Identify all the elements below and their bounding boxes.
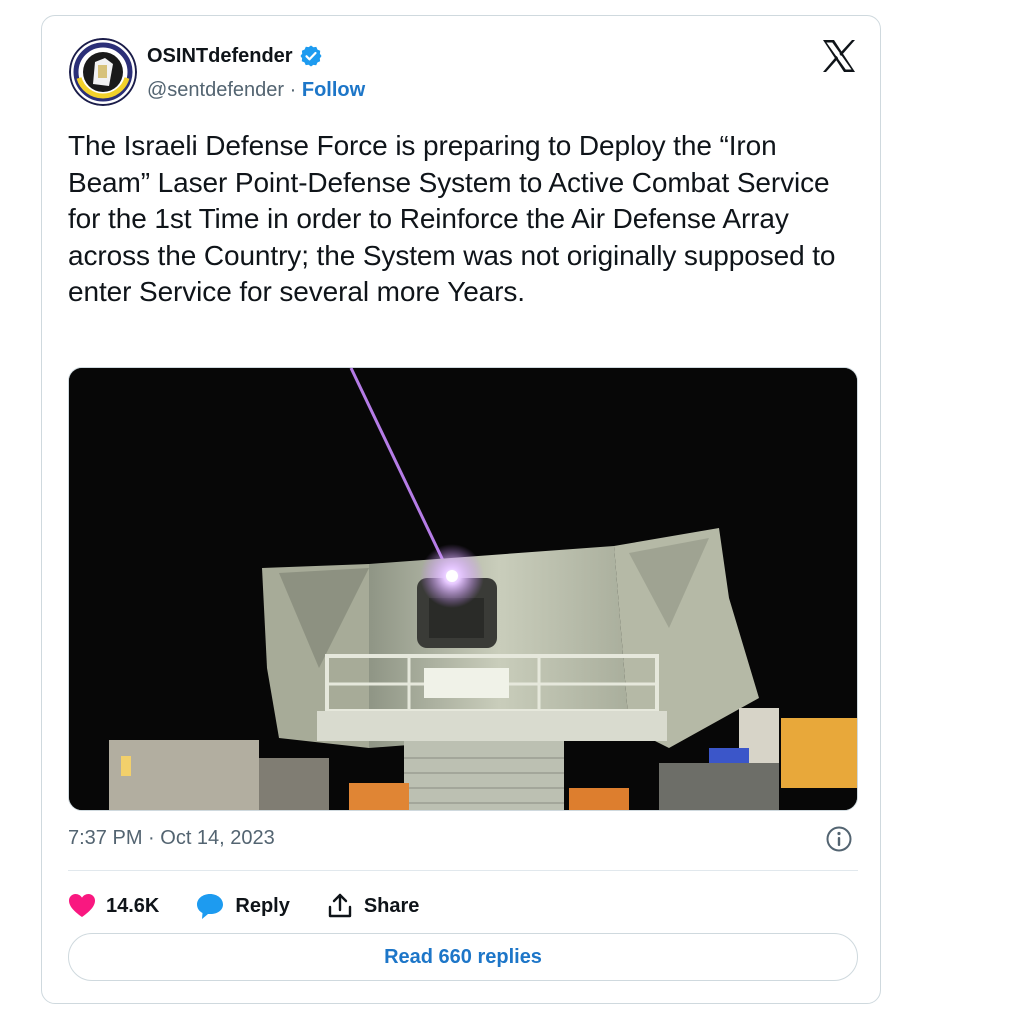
info-icon[interactable] bbox=[825, 825, 853, 853]
author-name-row[interactable]: OSINTdefender bbox=[147, 44, 323, 68]
x-logo-icon[interactable] bbox=[821, 38, 857, 74]
reply-button[interactable]: Reply bbox=[195, 892, 290, 920]
avatar-emblem-icon bbox=[69, 38, 137, 106]
tweet-text: The Israeli Defense Force is preparing t… bbox=[68, 130, 836, 307]
tweet-actions: 14.6K Reply Share bbox=[68, 886, 455, 926]
author-handle[interactable]: @sentdefender bbox=[147, 79, 284, 101]
like-button[interactable]: 14.6K bbox=[68, 893, 159, 919]
read-replies-label: Read 660 replies bbox=[384, 945, 542, 968]
author-avatar[interactable] bbox=[69, 38, 137, 106]
heart-icon bbox=[69, 894, 95, 917]
author-handle-row: @sentdefender · Follow bbox=[147, 79, 365, 102]
verified-badge-icon bbox=[300, 45, 322, 67]
handle-separator: · bbox=[289, 79, 297, 101]
read-replies-button[interactable]: Read 660 replies bbox=[68, 933, 858, 981]
tweet-media-image[interactable] bbox=[68, 367, 858, 811]
tweet-timestamp[interactable]: 7:37 PM · Oct 14, 2023 bbox=[68, 827, 275, 850]
author-display-name[interactable]: OSINTdefender bbox=[147, 45, 293, 68]
iron-beam-photo bbox=[69, 368, 857, 810]
speech-bubble-icon bbox=[197, 894, 224, 919]
tweet-card: OSINTdefender @sentdefender · Follow The… bbox=[41, 15, 881, 1004]
share-label: Share bbox=[363, 894, 420, 917]
follow-link[interactable]: Follow bbox=[302, 79, 365, 101]
like-count: 14.6K bbox=[106, 894, 160, 917]
share-upload-icon bbox=[328, 893, 352, 918]
share-button[interactable]: Share bbox=[326, 892, 420, 920]
divider bbox=[68, 870, 858, 871]
reply-label: Reply bbox=[235, 894, 290, 917]
